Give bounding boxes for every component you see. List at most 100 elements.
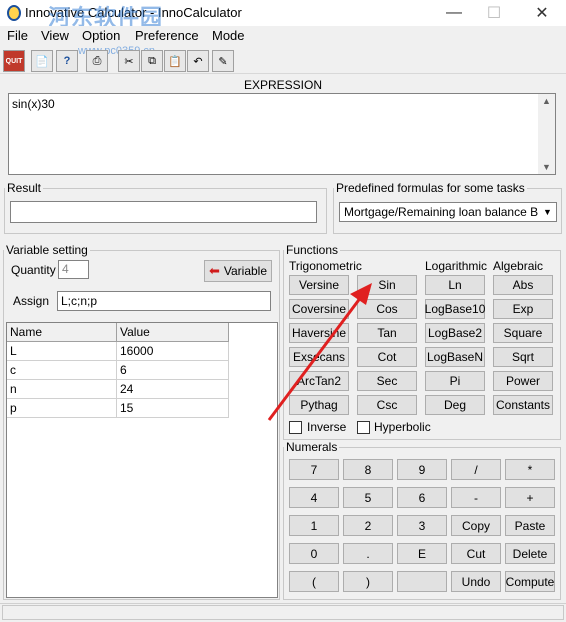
undo-icon[interactable]: ↶	[187, 50, 209, 72]
chevron-down-icon[interactable]: ▼	[539, 203, 556, 221]
menu-option[interactable]: Option	[82, 28, 120, 43]
document-icon[interactable]: 📄	[31, 50, 53, 72]
pi-button[interactable]: Pi	[425, 371, 485, 391]
menu-file[interactable]: File	[7, 28, 28, 43]
table-row-value[interactable]: 24	[117, 380, 229, 399]
menu-mode[interactable]: Mode	[212, 28, 245, 43]
key-open-paren[interactable]: (	[289, 571, 339, 592]
deg-button[interactable]: Deg	[425, 395, 485, 415]
scroll-track	[538, 108, 555, 160]
inverse-checkbox[interactable]	[289, 421, 302, 434]
quit-icon[interactable]: QUIT	[3, 50, 25, 72]
tan-button[interactable]: Tan	[357, 323, 417, 343]
key-4[interactable]: 4	[289, 487, 339, 508]
csc-button[interactable]: Csc	[357, 395, 417, 415]
table-row-value[interactable]: 15	[117, 399, 229, 418]
key-5[interactable]: 5	[343, 487, 393, 508]
cut-icon[interactable]: ✂	[118, 50, 140, 72]
undo-button[interactable]: Undo	[451, 571, 501, 592]
assign-field[interactable]: L;c;n;p	[57, 291, 271, 311]
ln-button[interactable]: Ln	[425, 275, 485, 295]
variable-button[interactable]: ⬅ Variable	[204, 260, 272, 282]
logbase10-button[interactable]: LogBase10	[425, 299, 485, 319]
table-row-name[interactable]: p	[7, 399, 117, 418]
table-row-name[interactable]: c	[7, 361, 117, 380]
minimize-button[interactable]: —	[434, 0, 474, 26]
hyperbolic-checkbox[interactable]	[357, 421, 370, 434]
constants-button[interactable]: Constants	[493, 395, 553, 415]
quantity-field[interactable]: 4	[58, 260, 89, 279]
key-plus[interactable]: +	[505, 487, 555, 508]
sec-button[interactable]: Sec	[357, 371, 417, 391]
predefined-select[interactable]: Mortgage/Remaining loan balance B	[339, 202, 557, 222]
key-minus[interactable]: -	[451, 487, 501, 508]
pythag-button[interactable]: Pythag	[289, 395, 349, 415]
quantity-label: Quantity	[11, 263, 56, 277]
exsecans-button[interactable]: Exsecans	[289, 347, 349, 367]
exp-button[interactable]: Exp	[493, 299, 553, 319]
maximize-button[interactable]: ☐	[474, 0, 514, 26]
column-header-name[interactable]: Name	[7, 323, 117, 342]
sqrt-button[interactable]: Sqrt	[493, 347, 553, 367]
arrow-left-icon: ⬅	[208, 263, 220, 278]
table-row-name[interactable]: n	[7, 380, 117, 399]
expression-scrollbar[interactable]: ▲ ▼	[538, 94, 555, 174]
haversine-button[interactable]: Haversine	[289, 323, 349, 343]
expression-label: EXPRESSION	[243, 78, 323, 92]
expression-input[interactable]	[8, 93, 556, 175]
app-icon	[7, 5, 21, 21]
key-6[interactable]: 6	[397, 487, 447, 508]
key-divide[interactable]: /	[451, 459, 501, 480]
key-blank[interactable]	[397, 571, 447, 592]
result-label: Result	[7, 181, 42, 195]
numerals-label: Numerals	[286, 440, 338, 454]
functions-label: Functions	[286, 243, 339, 257]
cos-button[interactable]: Cos	[357, 299, 417, 319]
column-header-value[interactable]: Value	[117, 323, 229, 342]
key-decimal[interactable]: .	[343, 543, 393, 564]
help-icon[interactable]: ?	[56, 50, 78, 72]
arctan2-button[interactable]: ArcTan2	[289, 371, 349, 391]
copy-icon[interactable]: ⧉	[141, 50, 163, 72]
key-multiply[interactable]: *	[505, 459, 555, 480]
power-button[interactable]: Power	[493, 371, 553, 391]
copy-button[interactable]: Copy	[451, 515, 501, 536]
logarithmic-label: Logarithmic	[425, 259, 488, 273]
clear-icon[interactable]: ✎	[212, 50, 234, 72]
coversine-button[interactable]: Coversine	[289, 299, 349, 319]
paste-button[interactable]: Paste	[505, 515, 555, 536]
menu-preference[interactable]: Preference	[135, 28, 199, 43]
key-close-paren[interactable]: )	[343, 571, 393, 592]
key-exponent[interactable]: E	[397, 543, 447, 564]
versine-button[interactable]: Versine	[289, 275, 349, 295]
delete-button[interactable]: Delete	[505, 543, 555, 564]
close-button[interactable]: ✕	[522, 0, 562, 26]
key-0[interactable]: 0	[289, 543, 339, 564]
key-1[interactable]: 1	[289, 515, 339, 536]
table-row-value[interactable]: 6	[117, 361, 229, 380]
compute-button[interactable]: Compute	[505, 571, 555, 592]
key-8[interactable]: 8	[343, 459, 393, 480]
inverse-label: Inverse	[307, 420, 347, 434]
key-2[interactable]: 2	[343, 515, 393, 536]
table-row-name[interactable]: L	[7, 342, 117, 361]
scroll-up-icon[interactable]: ▲	[538, 94, 555, 108]
scroll-down-icon[interactable]: ▼	[538, 160, 555, 174]
cot-button[interactable]: Cot	[357, 347, 417, 367]
paste-icon[interactable]: 📋	[164, 50, 186, 72]
key-3[interactable]: 3	[397, 515, 447, 536]
key-7[interactable]: 7	[289, 459, 339, 480]
hyperbolic-label: Hyperbolic	[374, 420, 431, 434]
logbasen-button[interactable]: LogBaseN	[425, 347, 485, 367]
predefined-label: Predefined formulas for some tasks	[336, 181, 525, 195]
square-button[interactable]: Square	[493, 323, 553, 343]
sin-button[interactable]: Sin	[357, 275, 417, 295]
menu-view[interactable]: View	[41, 28, 69, 43]
abs-button[interactable]: Abs	[493, 275, 553, 295]
table-row-value[interactable]: 16000	[117, 342, 229, 361]
key-9[interactable]: 9	[397, 459, 447, 480]
print-icon[interactable]: ⎙	[86, 50, 108, 72]
cut-button[interactable]: Cut	[451, 543, 501, 564]
result-field[interactable]	[10, 201, 317, 223]
logbase2-button[interactable]: LogBase2	[425, 323, 485, 343]
